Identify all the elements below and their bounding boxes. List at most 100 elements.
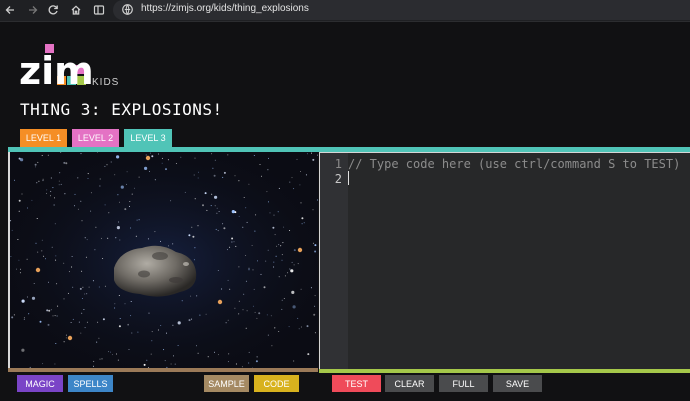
- star: [243, 293, 245, 295]
- star: [114, 174, 116, 176]
- stage-frame: [8, 152, 318, 372]
- clear-button[interactable]: CLEAR: [385, 375, 434, 392]
- star: [157, 329, 159, 331]
- star: [84, 293, 86, 295]
- star: [126, 171, 128, 173]
- browser-toolbar: https://zimjs.org/kids/thing_explosions: [0, 0, 690, 22]
- spells-button[interactable]: SPELLS: [68, 375, 113, 392]
- star: [166, 332, 167, 334]
- star: [86, 239, 88, 241]
- star: [168, 245, 169, 247]
- code-button[interactable]: CODE: [254, 375, 299, 392]
- star: [184, 191, 186, 193]
- star: [193, 174, 195, 176]
- test-button[interactable]: TEST: [332, 375, 381, 392]
- star: [214, 351, 215, 353]
- star: [214, 195, 218, 199]
- star: [60, 183, 62, 185]
- star: [71, 256, 73, 257]
- star: [256, 356, 258, 358]
- page-title: THING 3: EXPLOSIONS!: [20, 100, 223, 119]
- forward-arrow-icon[interactable]: [25, 2, 41, 18]
- sample-button[interactable]: SAMPLE: [204, 375, 249, 392]
- reload-icon[interactable]: [45, 2, 61, 18]
- star: [245, 327, 247, 329]
- star: [269, 212, 271, 214]
- tab-level-1[interactable]: LEVEL 1: [20, 129, 67, 147]
- magic-button[interactable]: MAGIC: [17, 375, 63, 392]
- save-button[interactable]: SAVE: [493, 375, 542, 392]
- star: [27, 207, 28, 209]
- star: [26, 258, 28, 260]
- star: [43, 255, 45, 257]
- star: [281, 299, 283, 301]
- full-button[interactable]: FULL: [439, 375, 488, 392]
- star: [65, 337, 67, 339]
- star: [21, 348, 25, 352]
- star: [117, 194, 119, 196]
- star: [131, 332, 133, 334]
- logo-sub: KIDS: [92, 77, 119, 88]
- star: [80, 153, 82, 155]
- tab-level-2[interactable]: LEVEL 2: [72, 129, 119, 147]
- star: [138, 176, 140, 178]
- star: [80, 200, 82, 202]
- star: [63, 298, 65, 300]
- star: [118, 325, 121, 328]
- star: [35, 166, 36, 168]
- star: [278, 276, 280, 278]
- star: [119, 201, 120, 203]
- star: [54, 363, 56, 365]
- star: [37, 251, 39, 253]
- star: [149, 152, 151, 154]
- star: [278, 331, 280, 332]
- stage-bottom-bar: [8, 368, 318, 372]
- star: [299, 184, 301, 186]
- star: [56, 283, 58, 285]
- code-line-1[interactable]: // Type code here (use ctrl/command S to…: [348, 157, 680, 171]
- star: [72, 286, 74, 288]
- orange-star: [145, 155, 151, 161]
- star: [256, 317, 258, 319]
- star: [283, 298, 285, 299]
- orange-star: [67, 335, 73, 341]
- home-icon[interactable]: [68, 2, 84, 18]
- star: [291, 177, 293, 179]
- star: [293, 264, 295, 266]
- star: [38, 180, 40, 182]
- star: [227, 319, 229, 321]
- star: [151, 155, 154, 158]
- star: [37, 161, 39, 163]
- star: [314, 244, 317, 247]
- address-bar[interactable]: https://zimjs.org/kids/thing_explosions: [113, 0, 690, 20]
- star: [273, 261, 275, 263]
- star: [130, 227, 132, 229]
- star: [253, 155, 255, 156]
- site-info-icon[interactable]: [121, 3, 134, 21]
- tab-level-3[interactable]: LEVEL 3: [124, 129, 172, 147]
- back-arrow-icon[interactable]: [2, 2, 18, 18]
- star: [33, 283, 35, 284]
- star: [154, 179, 156, 181]
- star: [87, 178, 89, 179]
- star: [31, 199, 33, 201]
- star: [170, 363, 172, 365]
- zim-kids-logo[interactable]: zim KIDS: [19, 44, 129, 93]
- star: [313, 313, 316, 316]
- code-editor[interactable]: 1 2 // Type code here (use ctrl/command …: [319, 152, 690, 370]
- star: [267, 249, 269, 251]
- star: [277, 211, 279, 213]
- star: [158, 153, 159, 155]
- star: [248, 362, 250, 364]
- star: [212, 167, 214, 169]
- star: [231, 241, 233, 243]
- star: [52, 187, 54, 189]
- star: [211, 153, 213, 155]
- star: [248, 351, 250, 353]
- star: [63, 161, 66, 164]
- star: [312, 242, 314, 244]
- sidebar-icon[interactable]: [91, 2, 107, 18]
- star: [81, 220, 83, 222]
- star: [246, 310, 248, 312]
- stage-canvas[interactable]: [8, 152, 318, 370]
